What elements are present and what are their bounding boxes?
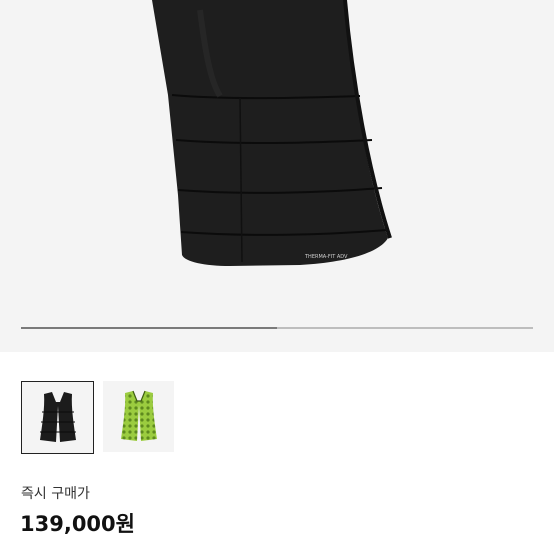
instant-purchase-label: 즉시 구매가 xyxy=(21,486,90,502)
black-padded-vest-image: THERMA-FIT ADV xyxy=(152,0,392,266)
product-image-carousel[interactable]: THERMA-FIT ADV xyxy=(0,0,554,352)
hero-logo-text: THERMA-FIT ADV xyxy=(304,254,348,260)
black-vest-icon xyxy=(40,392,76,442)
carousel-progress-fill xyxy=(21,327,277,329)
green-vest-icon xyxy=(121,390,157,441)
price-value: 139,000원 xyxy=(20,512,135,536)
green-pattern-vest-thumbnail[interactable] xyxy=(103,381,174,452)
carousel-progress-bar xyxy=(21,327,533,329)
black-vest-thumbnail[interactable] xyxy=(21,381,94,454)
